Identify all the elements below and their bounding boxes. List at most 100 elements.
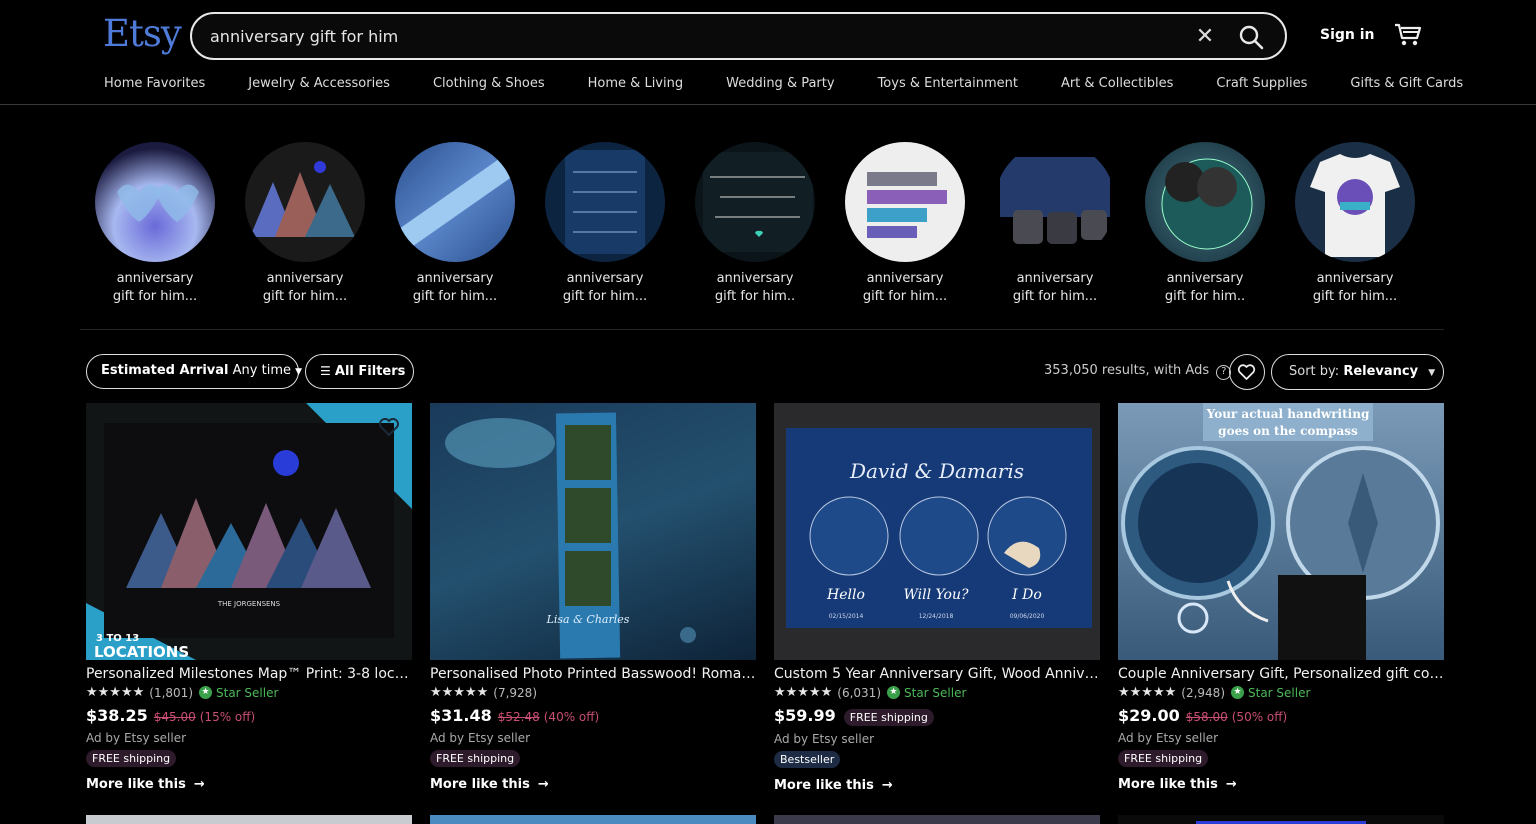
listing-image[interactable]: David & Damaris Hello Will You? I Do 02/…: [774, 403, 1100, 660]
star-seller-icon: ★: [199, 686, 212, 699]
discount-label: (50% off): [1231, 710, 1288, 724]
listing-rating: ★★★★★ (2,948) ★ Star Seller: [1118, 685, 1444, 700]
favorite-heart-icon[interactable]: [374, 411, 404, 441]
star-seller-icon: ★: [887, 686, 900, 699]
nav-art[interactable]: Art & Collectibles: [1061, 76, 1173, 91]
free-shipping-badge: FREE shipping: [86, 750, 177, 767]
related-search-image: [995, 142, 1115, 262]
listing-rating: ★★★★★ (1,801) ★ Star Seller: [86, 685, 412, 700]
star-rating-icon: ★★★★★: [1118, 685, 1177, 700]
nav-toys[interactable]: Toys & Entertainment: [878, 76, 1018, 91]
related-search-item[interactable]: anniversary gift for him...: [380, 142, 530, 306]
bestseller-badge: Bestseller: [774, 751, 841, 768]
nav-gifts[interactable]: Gifts & Gift Cards: [1350, 76, 1463, 91]
nav-wedding[interactable]: Wedding & Party: [726, 76, 834, 91]
related-search-item[interactable]: anniversary gift for him..: [680, 142, 830, 306]
arrow-right-icon: →: [193, 777, 205, 792]
nav-jewelry[interactable]: Jewelry & Accessories: [248, 76, 390, 91]
listing-rating: ★★★★★ (7,928): [430, 685, 756, 700]
search-icon[interactable]: [1236, 22, 1266, 52]
related-search-item[interactable]: anniversary gift for him...: [1280, 142, 1430, 306]
clear-search-button[interactable]: ✕: [1192, 24, 1218, 50]
estimated-arrival-filter[interactable]: Estimated Arrival Any time ▼: [86, 354, 302, 389]
related-search-item[interactable]: anniversary gift for him...: [80, 142, 230, 306]
listing-rating: ★★★★★ (6,031) ★ Star Seller: [774, 685, 1100, 700]
related-search-item[interactable]: anniversary gift for him...: [530, 142, 680, 306]
listing-image[interactable]: THE JORGENSENS 3 TO 13 LOCATIONS: [86, 403, 412, 660]
star-rating-icon: ★★★★★: [774, 685, 833, 700]
listing-image[interactable]: Lisa & Charles: [430, 403, 756, 660]
svg-text:goes on the compass: goes on the compass: [1218, 424, 1358, 438]
listing-title[interactable]: Personalized Milestones Map™ Print: 3-8 …: [86, 666, 412, 682]
related-search-label: anniversary gift for him..: [1164, 271, 1246, 304]
related-search-label: anniversary gift for him..: [714, 271, 796, 304]
city-label-3: I Do: [1011, 587, 1042, 603]
more-like-this-link[interactable]: More like this →: [86, 777, 412, 792]
star-seller-badge: ★ Star Seller: [1231, 686, 1310, 700]
related-search-item[interactable]: anniversary gift for him...: [830, 142, 980, 306]
search-bar: ✕: [190, 12, 1287, 60]
ad-label: Ad by Etsy seller: [1118, 731, 1219, 745]
listing-title[interactable]: Couple Anniversary Gift, Personalized gi…: [1118, 666, 1444, 682]
related-search-item[interactable]: anniversary gift for him...: [980, 142, 1130, 306]
listing-price: $29.00 $58.00 (50% off): [1118, 706, 1444, 725]
arrow-right-icon: →: [537, 777, 549, 792]
related-search-image: [1295, 142, 1415, 262]
all-filters-button[interactable]: ☰ All Filters: [305, 354, 414, 389]
nav-home-living[interactable]: Home & Living: [588, 76, 683, 91]
sale-price: $29.00: [1118, 706, 1180, 725]
cart-icon[interactable]: [1394, 22, 1422, 48]
heart-icon: [1237, 364, 1256, 380]
more-like-this-link[interactable]: More like this →: [774, 778, 1100, 793]
related-search-item[interactable]: anniversary gift for him..: [1130, 142, 1280, 306]
listing-card[interactable]: Lisa & Charles Personalised Photo Printe…: [430, 403, 756, 792]
listing-image-partial[interactable]: [430, 815, 756, 824]
listing-image[interactable]: Your actual handwriting goes on the comp…: [1118, 403, 1444, 660]
more-like-this-link[interactable]: More like this →: [1118, 777, 1444, 792]
etsy-logo[interactable]: Etsy: [103, 12, 182, 55]
search-input[interactable]: [210, 24, 1170, 48]
ad-label: Ad by Etsy seller: [86, 731, 187, 745]
star-seller-badge: ★ Star Seller: [199, 686, 278, 700]
listing-image-partial[interactable]: [1118, 815, 1444, 824]
caret-down-icon: ▼: [1428, 368, 1436, 378]
date-label-2: 12/24/2018: [919, 613, 954, 620]
nav-clothing[interactable]: Clothing & Shoes: [433, 76, 545, 91]
listing-image-partial[interactable]: [774, 815, 1100, 824]
related-search-label: anniversary gift for him...: [412, 271, 498, 304]
site-header: Etsy ✕ Sign in Home Favorites Jewelry & …: [0, 0, 1536, 105]
more-like-this-link[interactable]: More like this →: [430, 777, 756, 792]
related-search-image: [545, 142, 665, 262]
category-nav: Home Favorites Jewelry & Accessories Clo…: [104, 76, 1506, 91]
results-count: 353,050 results, with Ads ?: [1044, 363, 1232, 380]
nav-home-favorites[interactable]: Home Favorites: [104, 76, 205, 91]
star-seller-icon: ★: [1231, 686, 1244, 699]
star-seller-badge: ★ Star Seller: [887, 686, 966, 700]
listing-title[interactable]: Personalised Photo Printed Basswood! Rom…: [430, 666, 756, 682]
star-rating-icon: ★★★★★: [430, 685, 489, 700]
original-price: $58.00: [1185, 710, 1228, 724]
listing-title[interactable]: Custom 5 Year Anniversary Gift, Wood Ann…: [774, 666, 1100, 682]
sort-dropdown[interactable]: Sort by: Relevancy ▼: [1271, 354, 1444, 390]
listing-card[interactable]: Your actual handwriting goes on the comp…: [1118, 403, 1444, 792]
listing-card[interactable]: David & Damaris Hello Will You? I Do 02/…: [774, 403, 1100, 793]
free-shipping-badge: FREE shipping: [430, 750, 521, 767]
listing-image-partial[interactable]: [86, 815, 412, 824]
save-search-button[interactable]: [1229, 354, 1265, 390]
related-search-image: [395, 142, 515, 262]
listing-card[interactable]: THE JORGENSENS 3 TO 13 LOCATIONS Persona…: [86, 403, 412, 792]
svg-text:LOCATIONS: LOCATIONS: [94, 643, 189, 660]
listing-price: $31.48 $52.48 (40% off): [430, 706, 756, 725]
arrow-right-icon: →: [881, 778, 893, 793]
listing-price: $38.25 $45.00 (15% off): [86, 706, 412, 725]
sale-price: $59.99: [774, 706, 836, 725]
related-search-image: [95, 142, 215, 262]
nav-craft[interactable]: Craft Supplies: [1216, 76, 1307, 91]
city-label-1: Hello: [826, 587, 865, 603]
related-search-item[interactable]: anniversary gift for him...: [230, 142, 380, 306]
svg-text:Your actual handwriting: Your actual handwriting: [1206, 407, 1370, 421]
ad-label: Ad by Etsy seller: [430, 731, 531, 745]
sign-in-link[interactable]: Sign in: [1320, 27, 1375, 43]
original-price: $52.48: [497, 710, 540, 724]
related-search-image: [845, 142, 965, 262]
